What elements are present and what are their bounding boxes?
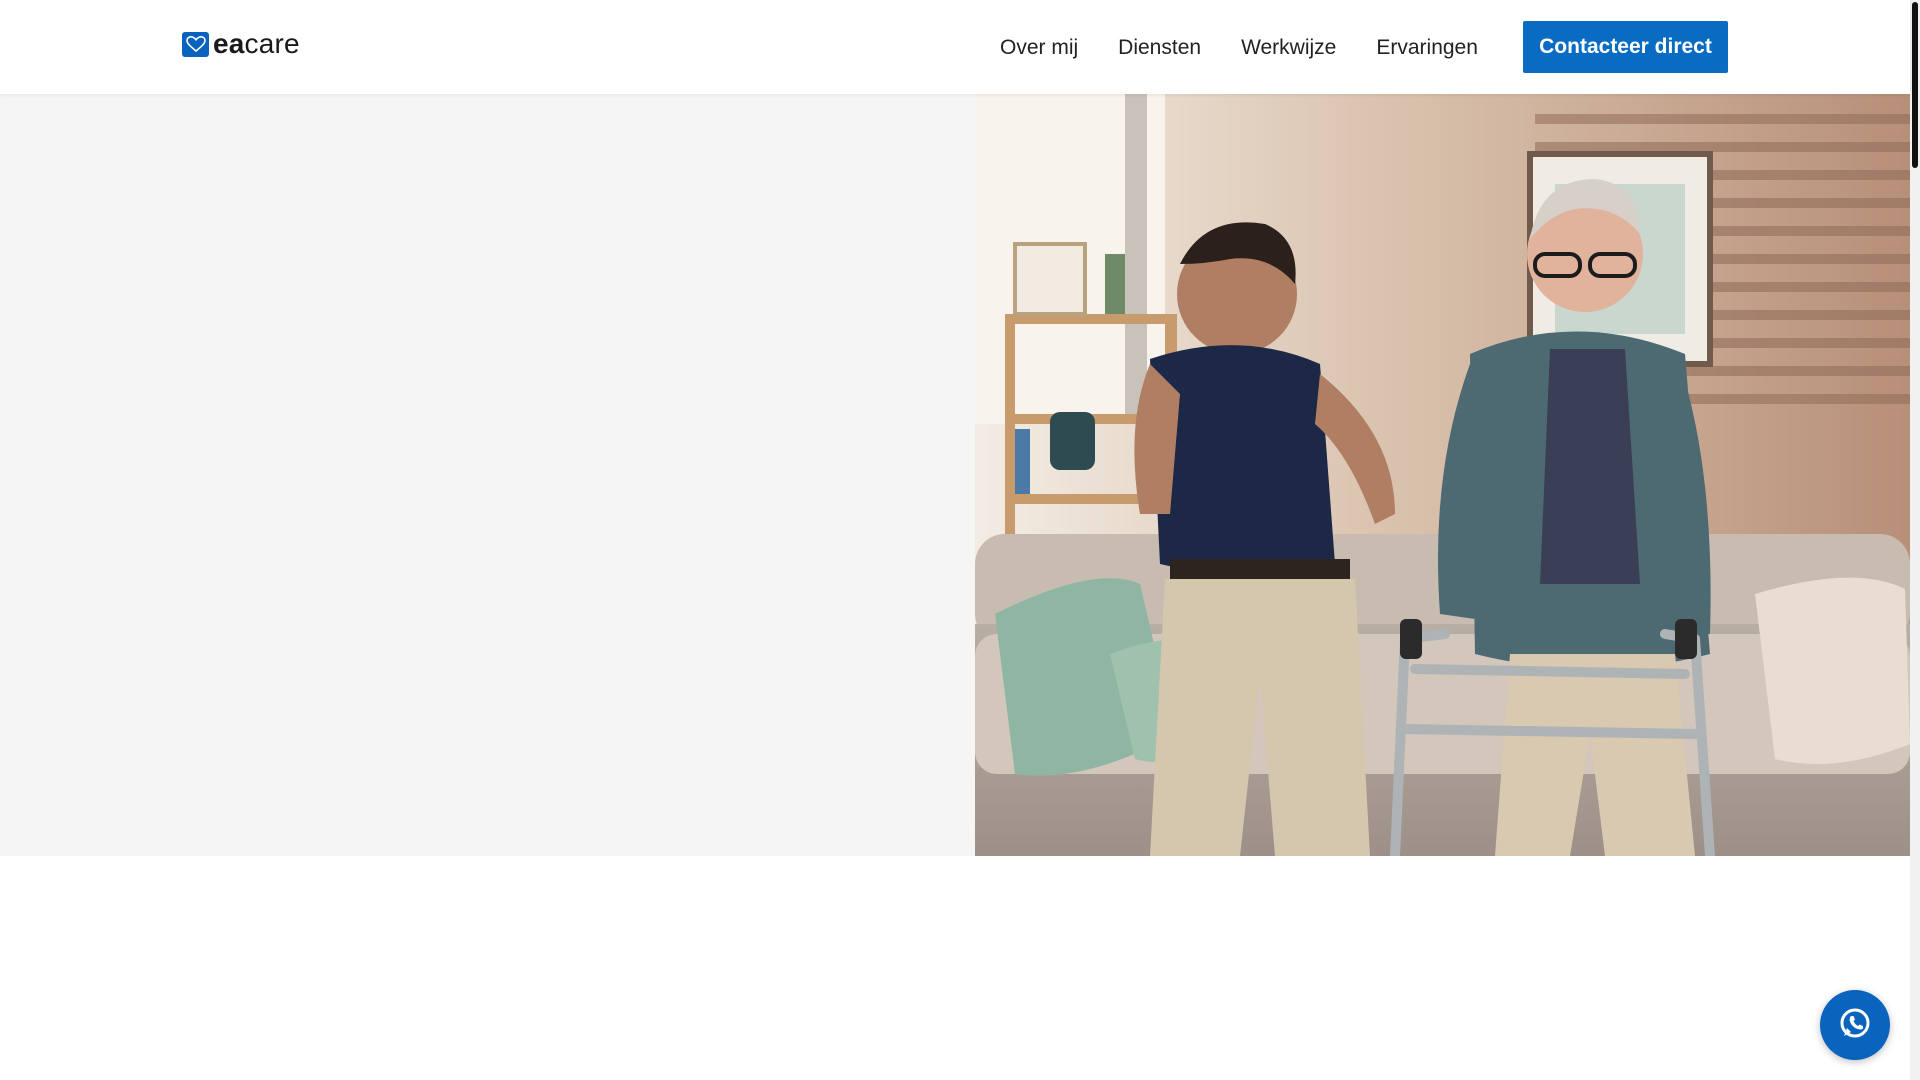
hero-photo: [975, 94, 1910, 856]
nav-item-ervaringen[interactable]: Ervaringen: [1376, 37, 1478, 58]
hero-text-panel: [0, 94, 975, 856]
nav-item-diensten[interactable]: Diensten: [1118, 37, 1201, 58]
whatsapp-button[interactable]: [1820, 990, 1890, 1060]
contact-button[interactable]: Contacteer direct: [1523, 21, 1728, 73]
logo-link[interactable]: eacare: [182, 30, 300, 58]
logo-text-bold: ea: [213, 28, 245, 59]
whatsapp-icon: [1838, 1006, 1872, 1045]
heart-icon: [182, 31, 209, 57]
main-nav: Over mij Diensten Werkwijze Ervaringen: [1000, 0, 1518, 94]
scrollbar-thumb[interactable]: [1912, 2, 1918, 168]
logo-text: eacare: [213, 30, 300, 58]
nav-item-over-mij[interactable]: Over mij: [1000, 37, 1078, 58]
site-header: eacare Over mij Diensten Werkwijze Ervar…: [0, 0, 1910, 94]
hero-section: [0, 94, 1910, 856]
logo-text-light: care: [244, 28, 300, 59]
page: eacare Over mij Diensten Werkwijze Ervar…: [0, 0, 1920, 1080]
nav-item-werkwijze[interactable]: Werkwijze: [1241, 37, 1336, 58]
